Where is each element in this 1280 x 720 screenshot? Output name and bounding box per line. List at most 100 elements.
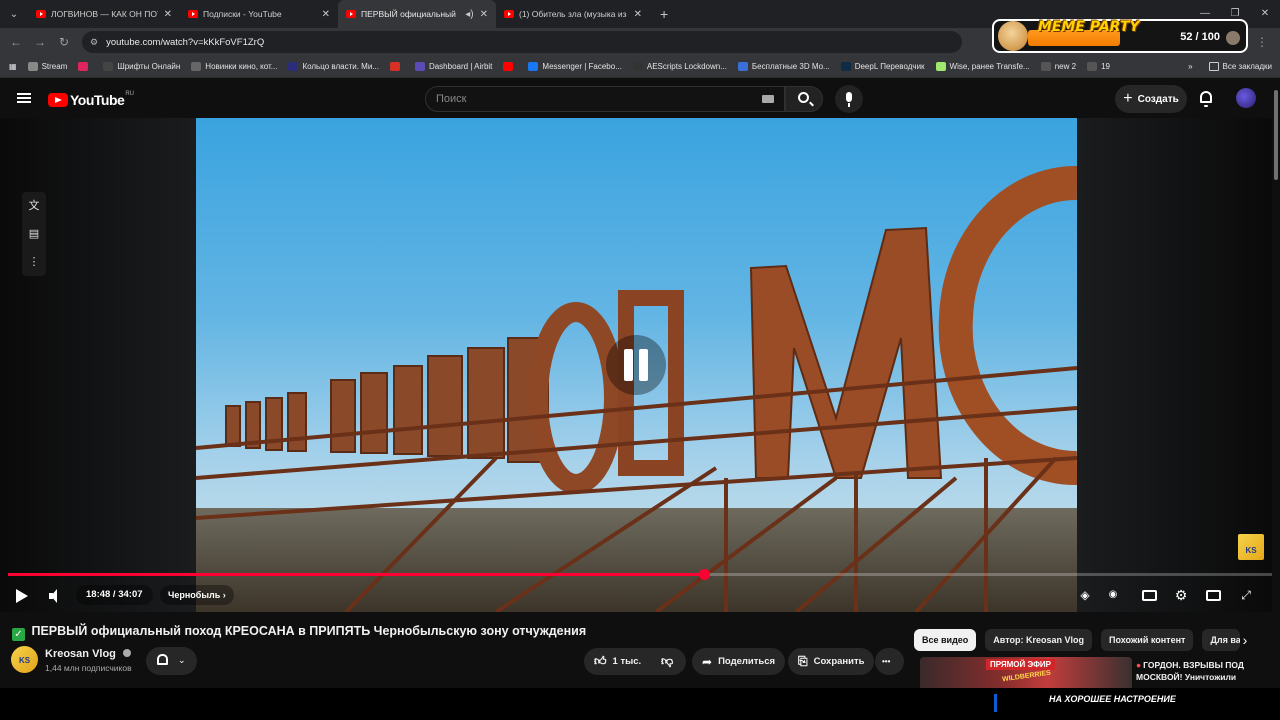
chapter-button[interactable]: Чернобыль ›	[160, 585, 234, 605]
create-label: Создать	[1137, 93, 1179, 105]
channel-watermark[interactable]: KS	[1238, 534, 1264, 560]
subscription-bell-button[interactable]: ⌄	[146, 647, 197, 675]
browser-tab-4[interactable]: (1) Обитель зла (музыка из фи ✕	[496, 0, 650, 28]
tab-title: Подписки - YouTube	[203, 9, 282, 19]
live-dot-icon: ●	[1136, 660, 1142, 670]
reload-icon[interactable]: ↻	[52, 35, 76, 49]
tab-close-icon[interactable]: ✕	[322, 9, 330, 20]
bookmark-favicon-icon	[632, 62, 643, 71]
all-bookmarks-label: Все закладки	[1222, 62, 1272, 71]
back-icon[interactable]: ←	[4, 35, 28, 49]
theater-mode-icon[interactable]	[1206, 590, 1221, 601]
keyboard-icon[interactable]	[762, 95, 774, 103]
bookmark-item[interactable]: Новинки кино, кот...	[191, 62, 277, 71]
save-label: Сохранить	[813, 656, 865, 667]
notifications-bell-icon[interactable]	[1200, 91, 1212, 107]
channel-avatar[interactable]: KS	[11, 646, 38, 673]
more-actions-button[interactable]: •••	[875, 648, 904, 675]
meme-party-widget[interactable]: MEME PARTY 52 / 100	[992, 19, 1248, 53]
bell-icon	[157, 654, 168, 665]
progress-bar[interactable]	[8, 569, 1272, 580]
like-button[interactable]: 👍︎ 1 тыс.	[584, 648, 652, 675]
all-bookmarks-button[interactable]: Все закладки	[1208, 62, 1272, 71]
bookmark-item[interactable]: Wise, ранее Transfe...	[935, 62, 1030, 71]
bookmark-item[interactable]: new 2	[1040, 62, 1076, 71]
chip-for-you[interactable]: Для ва	[1202, 629, 1241, 651]
bookmark-item[interactable]: Dashboard | Airbit	[414, 62, 492, 71]
shield-toggle-icon[interactable]: ◈	[1077, 587, 1093, 603]
new-tab-button[interactable]: +	[660, 6, 668, 22]
menu-hamburger-icon[interactable]	[17, 93, 31, 103]
video-frame[interactable]	[196, 118, 1077, 612]
account-avatar[interactable]	[1236, 88, 1256, 108]
bookmark-favicon-icon	[1087, 62, 1098, 71]
browser-menu-icon[interactable]: ⋮	[1250, 35, 1274, 49]
bookmark-item[interactable]: Кольцо власти. Ми...	[288, 62, 379, 71]
site-settings-icon[interactable]: ⚙	[90, 37, 98, 48]
more-vertical-icon[interactable]: ⋮	[22, 248, 46, 276]
tab-close-icon[interactable]: ✕	[164, 9, 172, 20]
search-button[interactable]	[785, 86, 823, 112]
thumb-up-icon: 👍︎	[594, 654, 607, 668]
forward-icon[interactable]: →	[28, 35, 52, 49]
folder-icon	[1208, 62, 1219, 71]
browser-tab-active[interactable]: ПЕРВЫЙ официальный ◂) ✕	[338, 0, 496, 28]
bookmark-favicon-icon	[414, 62, 425, 71]
youtube-logo[interactable]: YouTube RU	[48, 91, 134, 108]
bookmark-item[interactable]: DeepL Переводчик	[840, 62, 925, 71]
bookmark-item[interactable]: Messenger | Facebo...	[528, 62, 622, 71]
bookmark-item[interactable]: Бесплатные 3D Мо...	[737, 62, 830, 71]
bookmark-item[interactable]: Stream	[27, 62, 67, 71]
video-title-text: ПЕРВЫЙ официальный поход КРЕОСАНА в ПРИП…	[31, 624, 587, 638]
bookmark-favicon-icon	[191, 62, 202, 71]
chevron-right-icon: ›	[222, 590, 226, 600]
pause-overlay-icon[interactable]	[606, 335, 666, 395]
scrollbar-thumb[interactable]	[1274, 90, 1278, 180]
bookmark-label: Messenger | Facebo...	[542, 62, 622, 71]
apps-grid-icon[interactable]: ▦	[9, 62, 17, 71]
play-icon[interactable]	[16, 589, 28, 603]
bookmark-item[interactable]: AEScripts Lockdown...	[632, 62, 727, 71]
bookmark-item[interactable]	[78, 62, 92, 71]
tab-search-chevron-icon[interactable]: ⌄	[0, 0, 28, 28]
search-input[interactable]: Поиск	[425, 86, 785, 112]
autoplay-toggle-icon[interactable]: ◉	[1105, 587, 1121, 603]
translate-icon[interactable]: 文	[22, 192, 46, 220]
bookmarks-more-button[interactable]: »	[1188, 62, 1192, 71]
tab-close-icon[interactable]: ✕	[480, 9, 488, 20]
browser-tab-1[interactable]: ЛОГВИНОВ — КАК ОН ПОТЕР ✕	[28, 0, 180, 28]
share-button[interactable]: ➦ Поделиться	[692, 648, 786, 675]
bookmark-favicon-icon	[78, 62, 89, 71]
bookmark-label: Wise, ранее Transfe...	[949, 62, 1030, 71]
audio-playing-icon[interactable]: ◂)	[465, 9, 473, 20]
page-scrollbar[interactable]	[1272, 80, 1280, 688]
live-badge: ПРЯМОЙ ЭФИР	[986, 659, 1055, 670]
bookmark-item[interactable]	[503, 62, 517, 71]
bookmark-item[interactable]	[389, 62, 404, 71]
chip-similar[interactable]: Похожий контент	[1101, 629, 1194, 651]
browser-tab-2[interactable]: Подписки - YouTube ✕	[180, 0, 338, 28]
url-field[interactable]: ⚙ youtube.com/watch?v=kKkFoVF1ZrQ	[82, 31, 962, 53]
bookmark-item[interactable]: Шрифты Онлайн	[103, 62, 180, 71]
voice-search-mic-icon[interactable]	[835, 85, 863, 113]
dislike-button[interactable]: 👎︎	[652, 648, 686, 675]
video-player[interactable]: 文 ▤ ⋮	[0, 118, 1272, 612]
bookmarks-right: » Все закладки	[1188, 62, 1272, 71]
bookmark-item[interactable]: 19	[1087, 62, 1110, 71]
youtube-header: YouTube RU Поиск + Создать	[0, 80, 1280, 118]
url-text: youtube.com/watch?v=kKkFoVF1ZrQ	[106, 36, 265, 48]
channel-name[interactable]: Kreosan Vlog	[45, 648, 131, 660]
close-window-icon[interactable]: ✕	[1250, 0, 1280, 28]
chip-all[interactable]: Все видео	[914, 629, 977, 651]
save-button[interactable]: ⎘ Сохранить	[788, 648, 875, 675]
chip-author[interactable]: Автор: Kreosan Vlog	[985, 629, 1093, 651]
recommended-video-title[interactable]: ● ГОРДОН. ВЗРЫВЫ ПОД МОСКВОЙ! Уничтожили	[1136, 659, 1260, 683]
captions-panel-icon[interactable]: ▤	[22, 220, 46, 248]
tab-close-icon[interactable]: ✕	[634, 9, 642, 20]
volume-icon[interactable]	[49, 589, 64, 603]
chips-next-icon[interactable]: ›	[1236, 631, 1254, 649]
settings-gear-icon[interactable]: ⚙	[1173, 587, 1189, 603]
fullscreen-icon[interactable]: ⤢	[1238, 587, 1254, 603]
subtitles-icon[interactable]	[1142, 590, 1157, 601]
create-button[interactable]: + Создать	[1115, 85, 1187, 113]
